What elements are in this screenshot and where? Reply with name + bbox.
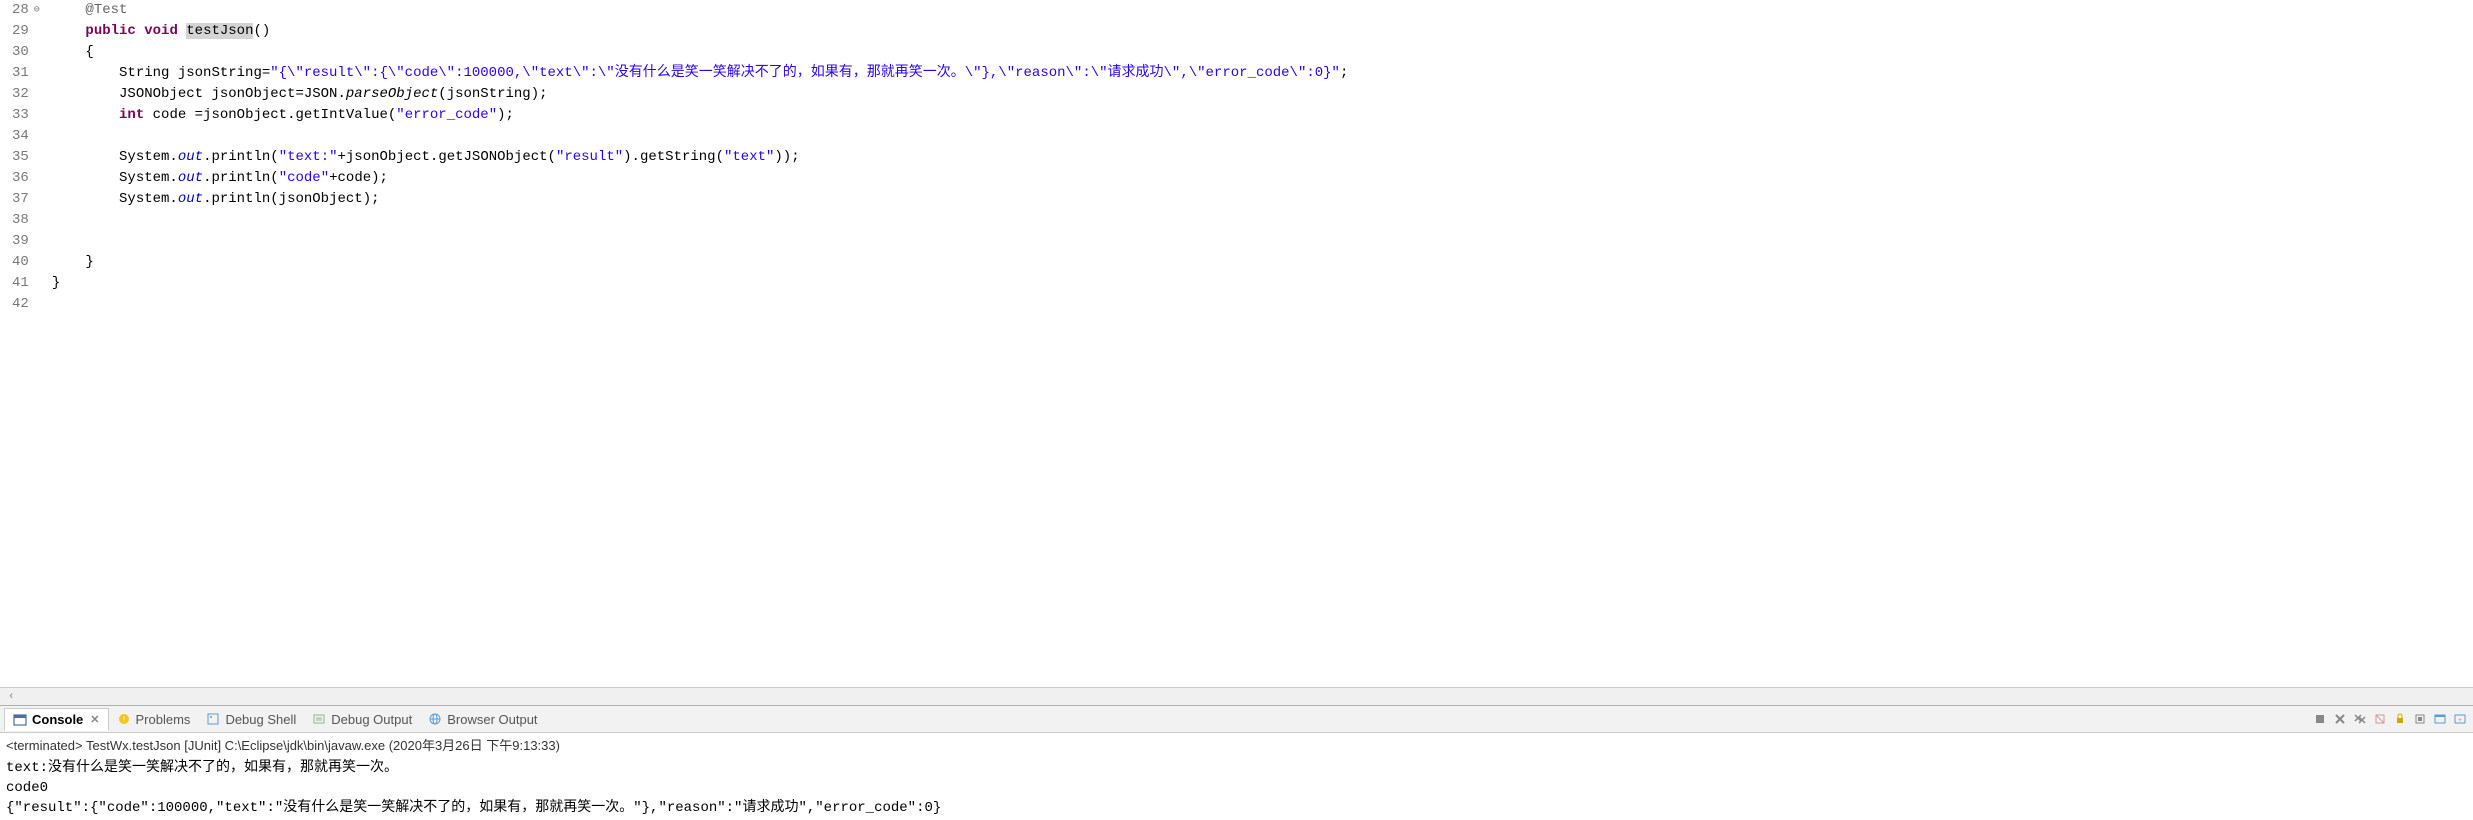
code-line[interactable] [52,210,2473,231]
line-number: 35 [12,147,40,168]
code-line[interactable]: @Test [52,0,2473,21]
line-number: 33 [12,105,40,126]
clear-console-icon[interactable] [2371,710,2389,728]
console-line: text:没有什么是笑一笑解决不了的，如果有，那就再笑一次。 [6,758,2467,778]
tab-debug-output[interactable]: Debug Output [304,709,420,730]
line-number: 28⊖ [12,0,40,21]
line-number: 38 [12,210,40,231]
tab-problems-label: Problems [136,712,191,727]
code-line[interactable] [52,126,2473,147]
code-editor[interactable]: 28⊖2930313233343536373839404142 @Test pu… [0,0,2473,687]
console-toolbar: + [2311,710,2469,728]
remove-all-icon[interactable] [2351,710,2369,728]
terminate-icon[interactable] [2311,710,2329,728]
line-number: 32 [12,84,40,105]
line-number: 31 [12,63,40,84]
console-panel: Console ✕ ! Problems Debug Shell Debug O… [0,705,2473,820]
line-number: 39 [12,231,40,252]
pin-console-icon[interactable] [2411,710,2429,728]
debug-output-icon [312,712,326,726]
line-gutter: 28⊖2930313233343536373839404142 [0,0,48,687]
close-icon[interactable]: ✕ [90,713,99,726]
code-line[interactable]: } [52,273,2473,294]
scroll-lock-icon[interactable] [2391,710,2409,728]
view-tabs: Console ✕ ! Problems Debug Shell Debug O… [0,706,2473,733]
line-number: 42 [12,294,40,315]
svg-text:!: ! [122,715,124,724]
debug-shell-icon [206,712,220,726]
tab-browser-output-label: Browser Output [447,712,537,727]
code-line[interactable] [52,294,2473,315]
warning-icon: ! [117,712,131,726]
code-line[interactable]: System.out.println("code"+code); [52,168,2473,189]
code-line[interactable]: System.out.println("text:"+jsonObject.ge… [52,147,2473,168]
code-line[interactable]: } [52,252,2473,273]
code-line[interactable]: String jsonString="{\"result\":{\"code\"… [52,63,2473,84]
console-icon [13,713,27,727]
horizontal-scrollbar[interactable]: ‹ [0,687,2473,705]
line-number: 29 [12,21,40,42]
fold-collapse-icon[interactable]: ⊖ [30,0,40,21]
line-number: 41 [12,273,40,294]
tab-debug-shell[interactable]: Debug Shell [198,709,304,730]
svg-text:+: + [2458,717,2462,724]
display-selected-icon[interactable] [2431,710,2449,728]
console-line: code0 [6,778,2467,798]
code-line[interactable]: { [52,42,2473,63]
code-line[interactable]: public void testJson() [52,21,2473,42]
tab-browser-output[interactable]: Browser Output [420,709,545,730]
line-number: 40 [12,252,40,273]
line-number: 30 [12,42,40,63]
line-number: 36 [12,168,40,189]
scroll-left-icon[interactable]: ‹ [8,691,15,703]
console-output[interactable]: text:没有什么是笑一笑解决不了的，如果有，那就再笑一次。code0{"res… [0,756,2473,820]
tab-debug-shell-label: Debug Shell [225,712,296,727]
line-number: 34 [12,126,40,147]
code-line[interactable]: System.out.println(jsonObject); [52,189,2473,210]
remove-launch-icon[interactable] [2331,710,2349,728]
browser-output-icon [428,712,442,726]
open-console-icon[interactable]: + [2451,710,2469,728]
code-area[interactable]: @Test public void testJson() { String js… [48,0,2473,687]
tab-console-label: Console [32,712,83,727]
code-line[interactable]: JSONObject jsonObject=JSON.parseObject(j… [52,84,2473,105]
console-line: {"result":{"code":100000,"text":"没有什么是笑一… [6,798,2467,818]
tab-problems[interactable]: ! Problems [109,709,199,730]
code-line[interactable]: int code =jsonObject.getIntValue("error_… [52,105,2473,126]
console-status: <terminated> TestWx.testJson [JUnit] C:\… [0,733,2473,756]
line-number: 37 [12,189,40,210]
tab-debug-output-label: Debug Output [331,712,412,727]
tab-console[interactable]: Console ✕ [4,708,109,731]
code-line[interactable] [52,231,2473,252]
